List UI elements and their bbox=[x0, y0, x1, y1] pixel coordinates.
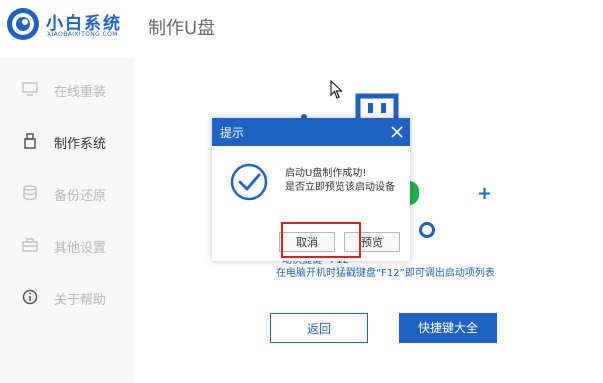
dialog-title: 提示 bbox=[220, 126, 245, 140]
sidebar-item-backup-restore[interactable]: 备份还原 bbox=[0, 174, 134, 214]
app-window: 小白系统 XIAOBAIXITONG.COM 制作U盘 在线重装 制作系统 备份… bbox=[0, 0, 603, 383]
xiaobai-logo-icon bbox=[7, 8, 39, 40]
sidebar-item-about-help[interactable]: 关于帮助 bbox=[0, 278, 134, 318]
dialog-header: 提示 bbox=[212, 118, 410, 146]
sidebar-item-label: 其他设置 bbox=[54, 241, 107, 256]
close-icon[interactable] bbox=[390, 125, 404, 139]
hint-instruction-text: 在电脑开机时猛戳键盘“F12”即可调出启动项列表 bbox=[276, 268, 495, 279]
header: 小白系统 XIAOBAIXITONG.COM 制作U盘 bbox=[0, 0, 603, 58]
sidebar-item-label: 制作系统 bbox=[54, 137, 107, 152]
database-icon bbox=[23, 185, 37, 201]
monitor-icon bbox=[22, 82, 38, 96]
usb-drive-icon bbox=[24, 133, 36, 149]
sidebar-item-label: 关于帮助 bbox=[54, 293, 107, 308]
success-check-icon bbox=[230, 163, 268, 201]
cancel-highlight-box bbox=[281, 222, 361, 258]
back-button[interactable]: 返回 bbox=[270, 313, 368, 343]
page-title: 制作U盘 bbox=[148, 18, 216, 39]
plus-icon: + bbox=[477, 183, 493, 204]
decor-ring bbox=[419, 222, 435, 238]
mouse-cursor-icon bbox=[330, 80, 343, 99]
toolbox-icon bbox=[22, 238, 38, 252]
sidebar-item-other-settings[interactable]: 其他设置 bbox=[0, 226, 134, 266]
brand-subtitle: XIAOBAIXITONG.COM bbox=[47, 31, 118, 38]
hotkeys-list-button[interactable]: 快捷键大全 bbox=[399, 313, 497, 343]
sidebar-item-online-reinstall[interactable]: 在线重装 bbox=[0, 70, 134, 110]
dialog-message-question: 是否立即预览该启动设备 bbox=[285, 182, 395, 193]
sidebar-item-make-system[interactable]: 制作系统 bbox=[0, 122, 134, 162]
sidebar-item-label: 在线重装 bbox=[54, 85, 107, 100]
dialog-message-success: 启动U盘制作成功! bbox=[285, 168, 367, 179]
sidebar: 在线重装 制作系统 备份还原 其他设置 关于帮助 bbox=[0, 58, 134, 383]
info-icon bbox=[22, 289, 38, 305]
sidebar-item-label: 备份还原 bbox=[54, 189, 107, 204]
